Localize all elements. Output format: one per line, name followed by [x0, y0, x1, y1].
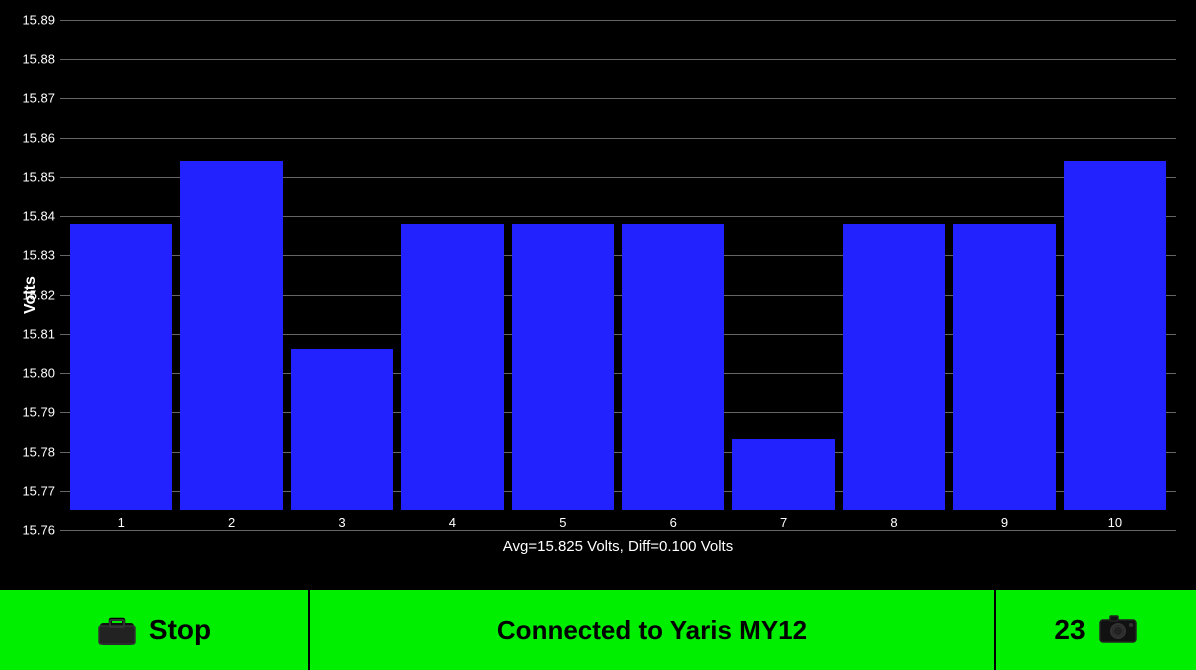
- connected-label: Connected to Yaris MY12: [497, 615, 807, 646]
- bar: [401, 224, 503, 510]
- y-tick-label: 15.88: [22, 52, 55, 67]
- y-tick-label: 15.85: [22, 169, 55, 184]
- bar-x-label: 8: [890, 515, 897, 530]
- y-tick-label: 15.79: [22, 405, 55, 420]
- y-tick-label: 15.86: [22, 130, 55, 145]
- bar-group: 7: [732, 20, 834, 530]
- bar: [953, 224, 1055, 510]
- bar: [70, 224, 172, 510]
- bar-group: 10: [1064, 20, 1166, 530]
- y-tick-label: 15.78: [22, 444, 55, 459]
- chart-caption: Avg=15.825 Volts, Diff=0.100 Volts: [60, 530, 1176, 563]
- bar-x-label: 10: [1108, 515, 1122, 530]
- y-tick-label: 15.80: [22, 366, 55, 381]
- bar-group: 1: [70, 20, 172, 530]
- y-tick-label: 15.77: [22, 483, 55, 498]
- bar: [732, 439, 834, 510]
- bar-x-label: 3: [338, 515, 345, 530]
- y-tick-label: 15.89: [22, 13, 55, 28]
- bar-x-label: 6: [670, 515, 677, 530]
- bar: [180, 161, 282, 510]
- bar-group: 5: [512, 20, 614, 530]
- count-number: 23: [1054, 614, 1085, 646]
- y-tick-label: 15.81: [22, 326, 55, 341]
- bottom-center-section: Connected to Yaris MY12: [310, 590, 996, 670]
- bar-group: 8: [843, 20, 945, 530]
- bottom-left-section: Stop: [0, 590, 310, 670]
- bar-group: 9: [953, 20, 1055, 530]
- bar-group: 4: [401, 20, 503, 530]
- chart-inner: 15.8915.8815.8715.8615.8515.8415.8315.82…: [60, 20, 1176, 530]
- y-tick-label: 15.83: [22, 248, 55, 263]
- camera-icon[interactable]: [1098, 612, 1138, 649]
- y-tick-label: 15.76: [22, 523, 55, 538]
- bar-x-label: 7: [780, 515, 787, 530]
- bar-x-label: 2: [228, 515, 235, 530]
- briefcase-icon: [97, 614, 137, 646]
- y-tick-label: 15.87: [22, 91, 55, 106]
- bottom-bar: Stop Connected to Yaris MY12 23: [0, 590, 1196, 670]
- y-tick-label: 15.82: [22, 287, 55, 302]
- bar-x-label: 4: [449, 515, 456, 530]
- bottom-right-section: 23: [996, 590, 1196, 670]
- bar-x-label: 9: [1001, 515, 1008, 530]
- bar-x-label: 1: [118, 515, 125, 530]
- bars-container: 1 2 3 4 5 6 7 8 9 10: [60, 20, 1176, 530]
- chart-area: Volts 15.8915.8815.8715.8615.8515.8415.8…: [0, 0, 1196, 590]
- bar-group: 2: [180, 20, 282, 530]
- bar-group: 3: [291, 20, 393, 530]
- bar: [291, 349, 393, 510]
- stop-button-label[interactable]: Stop: [149, 614, 211, 646]
- bar: [1064, 161, 1166, 510]
- bar: [622, 224, 724, 510]
- bar-x-label: 5: [559, 515, 566, 530]
- grid-line: [60, 530, 1176, 531]
- bar: [512, 224, 614, 510]
- bar-group: 6: [622, 20, 724, 530]
- bar: [843, 224, 945, 510]
- y-tick-label: 15.84: [22, 209, 55, 224]
